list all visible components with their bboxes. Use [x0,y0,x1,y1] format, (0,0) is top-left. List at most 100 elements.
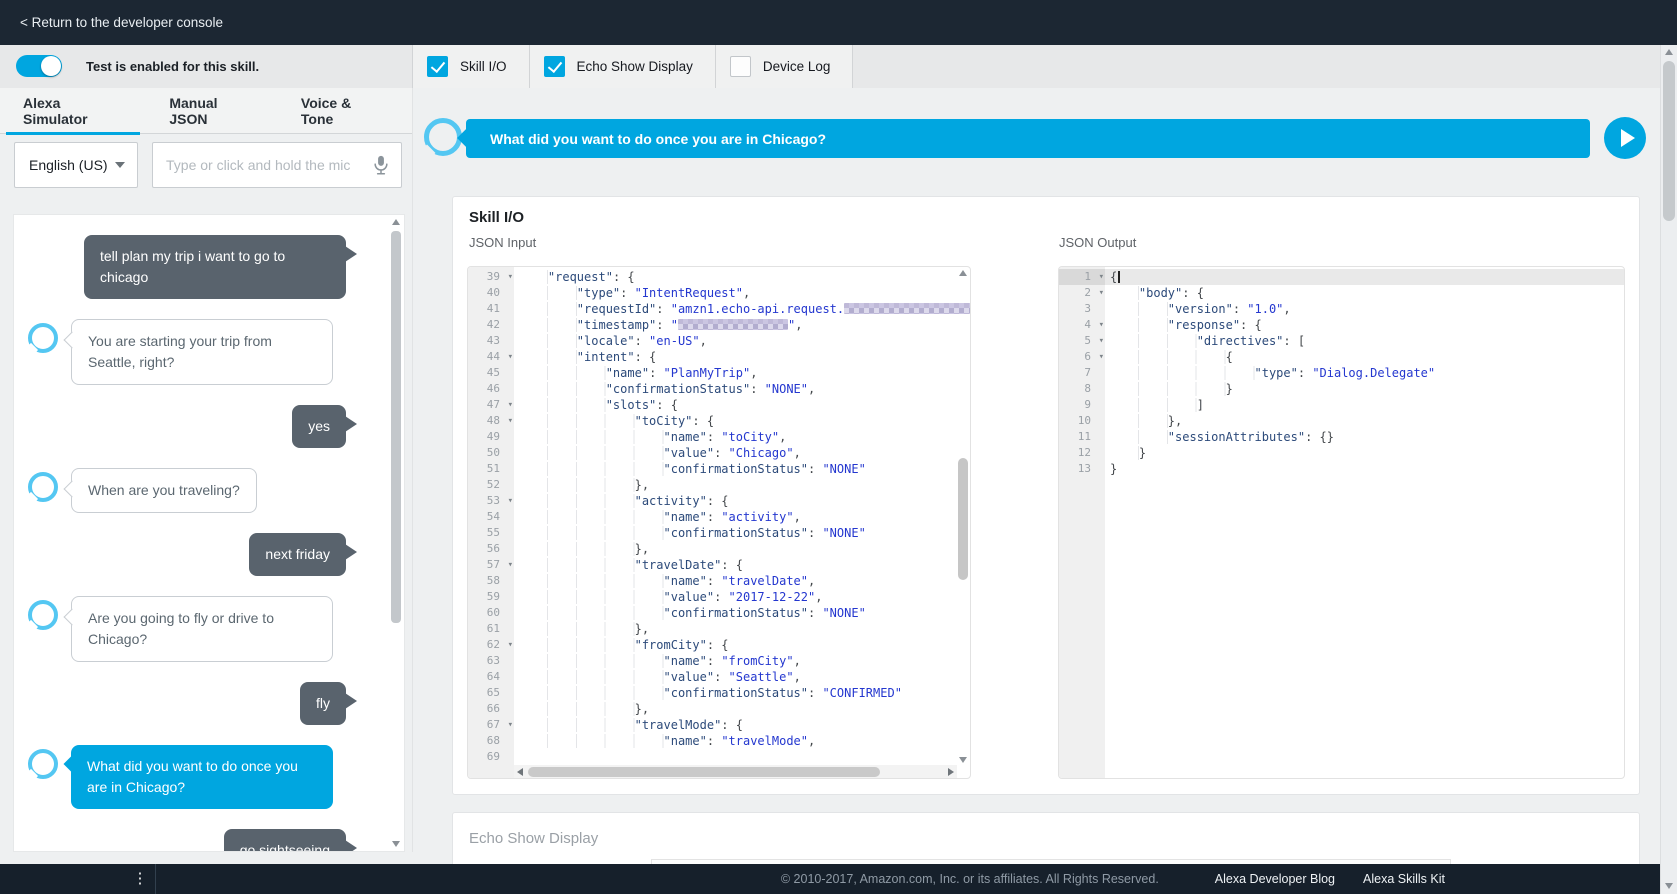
fold-icon[interactable]: ▾ [508,493,513,509]
fold-icon[interactable]: ▾ [508,717,513,733]
code-line: 52 }, [468,477,970,493]
alexa-skills-kit-link[interactable]: Alexa Skills Kit [1363,872,1445,886]
tab-alexa-simulator[interactable]: Alexa Simulator [6,88,140,134]
checkbox-checked-icon[interactable] [427,56,448,77]
line-number: 48▾ [468,413,514,429]
chat-message-list: tell plan my trip i want to go to chicag… [14,215,404,852]
user-message-bubble: yes [292,405,346,448]
tab-manual-json[interactable]: Manual JSON [152,88,272,134]
code-line: 67▾ "travelMode": { [468,717,970,733]
fold-icon[interactable]: ▾ [508,413,513,429]
fold-icon[interactable]: ▾ [1099,333,1104,349]
footer-divider [155,864,156,894]
line-number: 47▾ [468,397,514,413]
code-line: 11 "sessionAttributes": {} [1059,429,1624,445]
scroll-down-icon[interactable] [1665,883,1673,889]
checkbox-checked-icon[interactable] [544,56,565,77]
alexa-logo-icon [28,323,58,353]
alexa-logo-icon [28,749,58,779]
fold-icon[interactable]: ▾ [508,557,513,573]
code-line: 46 "confirmationStatus": "NONE", [468,381,970,397]
json-input-vertical-scrollbar[interactable] [957,268,969,764]
chat-row-alexa: Are you going to fly or drive to Chicago… [28,596,358,662]
checkbox-device-log[interactable]: Device Log [716,45,854,88]
fold-icon[interactable]: ▾ [508,637,513,653]
line-number: 4▾ [1059,317,1105,333]
chat-row-alexa: What did you want to do once you are in … [28,745,358,809]
alexa-logo-icon [28,600,58,630]
utterance-input-box [152,142,402,188]
json-input-horizontal-scrollbar[interactable] [514,765,957,778]
line-number: 2▾ [1059,285,1105,301]
footer-bar: ⋮ © 2010-2017, Amazon.com, Inc. or its a… [0,864,1677,894]
scroll-up-icon[interactable] [1665,49,1673,55]
alexa-logo-icon [28,472,58,502]
chat-scrollbar-thumb[interactable] [391,231,401,623]
line-number: 50 [468,445,514,461]
scroll-up-icon[interactable] [392,219,400,225]
fold-icon[interactable]: ▾ [1099,285,1104,301]
scroll-right-icon[interactable] [948,768,954,776]
alexa-developer-blog-link[interactable]: Alexa Developer Blog [1215,872,1335,886]
tab-voice-tone[interactable]: Voice & Tone [284,88,400,134]
alexa-message-bubble: What did you want to do once you are in … [71,745,333,809]
code-line: 41 "requestId": "amzn1.echo-api.request. [468,301,970,317]
chat-scrollbar[interactable] [391,217,402,849]
json-input-editor[interactable]: 39▾ "request": {40 "type": "IntentReques… [467,266,971,779]
fold-icon[interactable]: ▾ [508,397,513,413]
fold-icon[interactable]: ▾ [1099,269,1104,285]
line-number: 44▾ [468,349,514,365]
scroll-up-icon[interactable] [959,270,967,276]
user-message-bubble: next friday [249,533,346,576]
line-number: 65 [468,685,514,701]
fold-icon[interactable]: ▾ [1099,349,1104,365]
chat-row-user: go sightseeing [28,829,358,852]
mic-icon[interactable] [371,154,391,176]
return-to-console-link[interactable]: < Return to the developer console [20,0,223,45]
json-output-label: JSON Output [1059,235,1136,250]
code-line: 43 "locale": "en-US", [468,333,970,349]
redacted-value-blur [678,319,788,330]
code-line: 5▾ "directives": [ [1059,333,1624,349]
checkbox-skill-i-o[interactable]: Skill I/O [413,45,530,88]
utterance-input[interactable] [166,157,371,173]
code-line: 13} [1059,461,1624,477]
test-enabled-toggle[interactable] [16,55,62,77]
play-audio-button[interactable] [1604,117,1646,159]
code-line: 57▾ "travelDate": { [468,557,970,573]
line-number: 12 [1059,445,1105,461]
line-number: 53▾ [468,493,514,509]
scroll-left-icon[interactable] [517,768,523,776]
scrollbar-thumb[interactable] [528,767,880,777]
json-output-editor[interactable]: 1▾{2▾ "body": {3 "version": "1.0",4▾ "re… [1058,266,1625,779]
chat-row-alexa: When are you traveling? [28,468,358,513]
fold-icon[interactable]: ▾ [508,349,513,365]
fold-icon[interactable]: ▾ [1099,317,1104,333]
checkbox-unchecked-icon[interactable] [730,56,751,77]
line-number: 43 [468,333,514,349]
line-number: 66 [468,701,514,717]
chat-row-user: next friday [28,533,358,576]
scrollbar-thumb[interactable] [958,458,968,580]
code-line: 48▾ "toCity": { [468,413,970,429]
scroll-down-icon[interactable] [392,841,400,847]
line-number: 45 [468,365,514,381]
current-response-banner: What did you want to do once you are in … [466,119,1590,158]
line-number: 9 [1059,397,1105,413]
fold-icon[interactable]: ▾ [508,269,513,285]
line-number: 7 [1059,365,1105,381]
line-number: 64 [468,669,514,685]
code-line: 59 "value": "2017-12-22", [468,589,970,605]
line-number: 56 [468,541,514,557]
more-menu-icon[interactable]: ⋮ [130,864,150,894]
language-select[interactable]: English (US) [14,142,138,188]
page-scrollbar-thumb[interactable] [1663,61,1675,221]
alexa-message-bubble: You are starting your trip from Seattle,… [71,319,333,385]
checkbox-echo-show-display[interactable]: Echo Show Display [530,45,716,88]
page-scrollbar[interactable] [1660,45,1677,894]
code-line: 62▾ "fromCity": { [468,637,970,653]
scroll-down-icon[interactable] [959,757,967,763]
line-number: 63 [468,653,514,669]
code-line: 7 "type": "Dialog.Delegate" [1059,365,1624,381]
user-message-bubble: go sightseeing [224,829,346,852]
